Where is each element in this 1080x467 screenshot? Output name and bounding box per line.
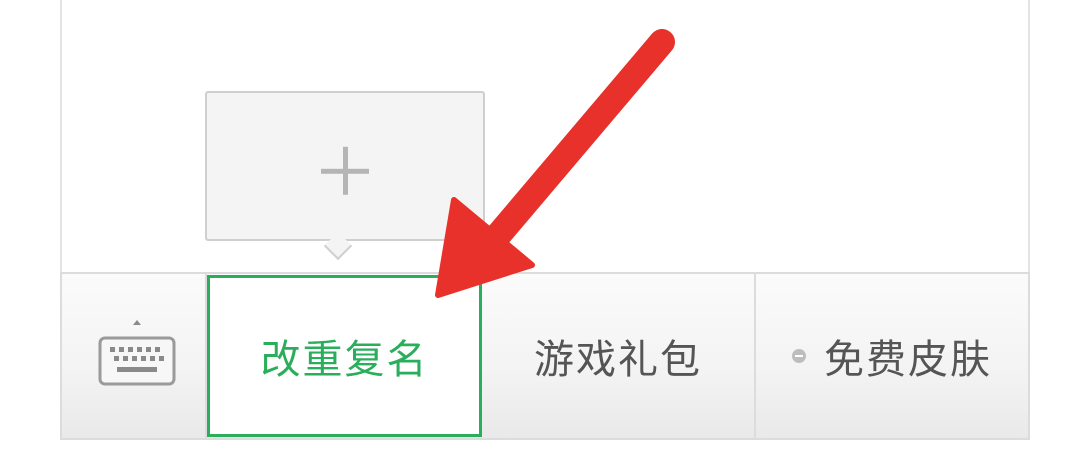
add-menu-popup[interactable] xyxy=(205,91,485,241)
keyboard-icon xyxy=(98,320,176,386)
bottom-margin xyxy=(0,440,1080,467)
keyboard-toggle-button[interactable] xyxy=(62,274,207,438)
menu-item-label: 免费皮肤 xyxy=(824,337,992,383)
menu-item-free-skin[interactable]: 免费皮肤 xyxy=(756,274,1028,438)
plus-icon[interactable] xyxy=(321,146,369,195)
custom-menu-bar: 改重复名 游戏礼包 免费皮肤 xyxy=(60,272,1030,440)
menu-item-label: 游戏礼包 xyxy=(534,337,702,383)
minus-circle-icon xyxy=(792,349,806,363)
menu-item-rename[interactable]: 改重复名 xyxy=(207,275,482,437)
menu-item-game-gift[interactable]: 游戏礼包 xyxy=(482,274,756,438)
menu-item-label: 改重复名 xyxy=(260,337,429,383)
